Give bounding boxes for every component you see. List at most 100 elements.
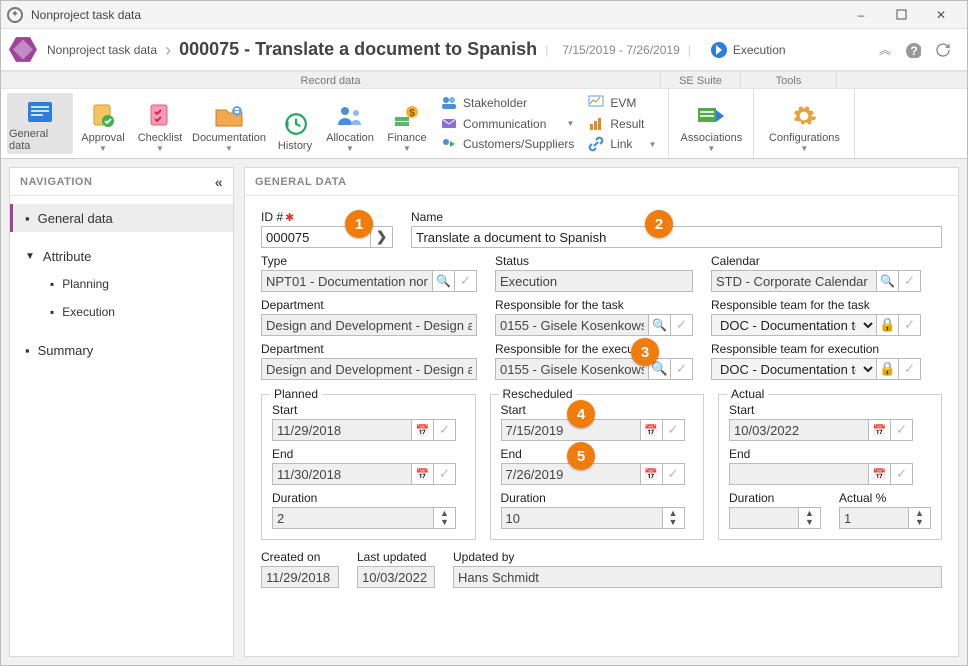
calendar-input[interactable] — [711, 270, 877, 292]
history-icon — [280, 110, 310, 138]
play-icon — [711, 42, 727, 58]
communication-icon — [441, 116, 457, 132]
rescheduled-duration-stepper[interactable]: ▲▼ — [663, 507, 685, 529]
team-task-clear-button[interactable]: ✓ — [899, 314, 921, 336]
responsible-task-input[interactable] — [495, 314, 649, 336]
nav-attribute[interactable]: ▼ Attribute — [10, 242, 233, 270]
type-input[interactable] — [261, 270, 433, 292]
chevron-down-icon: ▼ — [25, 251, 35, 262]
rescheduled-duration-input[interactable] — [501, 507, 663, 529]
actual-end-calendar-button[interactable] — [869, 463, 891, 485]
execution-status[interactable]: Execution — [711, 42, 786, 58]
actual-start-input[interactable] — [729, 419, 869, 441]
collapse-up-icon[interactable]: ︽ — [879, 41, 891, 58]
ribbon-configurations[interactable]: Configurations▼ — [760, 93, 848, 154]
allocation-icon — [335, 102, 365, 130]
responsible-exec-input[interactable] — [495, 358, 649, 380]
annotation-4: 4 — [567, 400, 595, 428]
lock-icon: 🔒 — [879, 361, 896, 377]
ribbon-result[interactable]: Result — [586, 114, 658, 134]
nav-attribute-planning[interactable]: ▪Planning — [10, 270, 233, 298]
breadcrumb-root[interactable]: Nonproject task data — [47, 43, 157, 57]
help-icon[interactable]: ? — [905, 42, 921, 58]
planned-start-input[interactable] — [272, 419, 412, 441]
calendar-search-button[interactable]: 🔍 — [877, 270, 899, 292]
type-search-button[interactable]: 🔍 — [433, 270, 455, 292]
name-input[interactable] — [411, 226, 942, 248]
team-task-select[interactable]: DOC - Documentation team — [711, 314, 877, 336]
rescheduled-start-calendar-button[interactable] — [641, 419, 663, 441]
team-exec-select[interactable]: DOC - Documentation team — [711, 358, 877, 380]
ribbon-customers-suppliers[interactable]: Customers/Suppliers — [439, 134, 576, 154]
svg-text:$: $ — [409, 108, 415, 119]
planned-start-calendar-button[interactable] — [412, 419, 434, 441]
nav-general-data[interactable]: ▪ General data — [10, 204, 233, 232]
rescheduled-end-clear-button[interactable]: ✓ — [663, 463, 685, 485]
ribbon-link[interactable]: Link▼ — [586, 134, 658, 154]
team-exec-clear-button[interactable]: ✓ — [899, 358, 921, 380]
field-responsible-exec: Responsible for the execution 🔍 ✓ — [495, 342, 693, 380]
resp-task-clear-button[interactable]: ✓ — [671, 314, 693, 336]
body: NAVIGATION « ▪ General data ▼ Attribute … — [1, 159, 967, 665]
team-task-lock-button[interactable]: 🔒 — [877, 314, 899, 336]
lock-icon: 🔒 — [879, 317, 896, 333]
planned-start-clear-button[interactable]: ✓ — [434, 419, 456, 441]
planned-end-calendar-button[interactable] — [412, 463, 434, 485]
header: Nonproject task data › 000075 - Translat… — [1, 29, 967, 71]
ribbon-communication[interactable]: Communication▼ — [439, 114, 576, 134]
ribbon-associations[interactable]: Associations▼ — [675, 93, 747, 154]
planned-duration-stepper[interactable]: ▲▼ — [434, 507, 456, 529]
ribbon-group-labels: Record data SE Suite Tools — [1, 71, 967, 89]
actual-duration-input[interactable] — [729, 507, 799, 529]
nav-summary[interactable]: ▪Summary — [10, 336, 233, 364]
rescheduled-start-clear-button[interactable]: ✓ — [663, 419, 685, 441]
field-id: ID #✱ ❯ — [261, 210, 393, 248]
actual-end-input[interactable] — [729, 463, 869, 485]
created-on-input — [261, 566, 339, 588]
ribbon-documentation[interactable]: Documentation▼ — [189, 93, 269, 154]
close-button[interactable]: ✕ — [921, 1, 961, 29]
planned-end-clear-button[interactable]: ✓ — [434, 463, 456, 485]
type-clear-button[interactable]: ✓ — [455, 270, 477, 292]
field-calendar: Calendar 🔍 ✓ — [711, 254, 921, 292]
ribbon-general-data[interactable]: General data — [7, 93, 73, 154]
rescheduled-end-input[interactable] — [501, 463, 641, 485]
link-icon — [588, 136, 604, 152]
planned-duration-input[interactable] — [272, 507, 434, 529]
calendar-clear-button[interactable]: ✓ — [899, 270, 921, 292]
resp-task-search-button[interactable]: 🔍 — [649, 314, 671, 336]
ribbon-finance[interactable]: $ Finance▼ — [381, 93, 433, 154]
ribbon-allocation[interactable]: Allocation▼ — [321, 93, 379, 154]
fieldset-actual: Actual Start ✓ End — [718, 394, 942, 540]
app-window: ✦ Nonproject task data – ✕ Nonproject ta… — [0, 0, 968, 666]
rescheduled-end-calendar-button[interactable] — [641, 463, 663, 485]
field-department-exec: Department — [261, 342, 477, 380]
field-status: Status — [495, 254, 693, 292]
minimize-button[interactable]: – — [841, 1, 881, 29]
team-exec-lock-button[interactable]: 🔒 — [877, 358, 899, 380]
search-icon: 🔍 — [652, 318, 667, 332]
actual-start-clear-button[interactable]: ✓ — [891, 419, 913, 441]
evm-icon — [588, 95, 604, 111]
actual-percent-stepper[interactable]: ▲▼ — [909, 507, 931, 529]
maximize-button[interactable] — [881, 1, 921, 29]
ribbon-history[interactable]: History — [271, 93, 319, 154]
actual-end-clear-button[interactable]: ✓ — [891, 463, 913, 485]
ribbon-checklist[interactable]: Checklist▼ — [133, 93, 187, 154]
nav-attribute-execution[interactable]: ▪Execution — [10, 298, 233, 326]
id-lookup-button[interactable]: ❯ — [371, 226, 393, 248]
refresh-icon[interactable] — [935, 42, 951, 58]
breadcrumb-current: 000075 - Translate a document to Spanish — [179, 39, 537, 60]
actual-percent-input[interactable] — [839, 507, 909, 529]
department-exec-input — [261, 358, 477, 380]
ribbon-stakeholder[interactable]: Stakeholder — [439, 93, 576, 113]
planned-end-input[interactable] — [272, 463, 412, 485]
actual-start-calendar-button[interactable] — [869, 419, 891, 441]
configurations-icon — [789, 102, 819, 130]
resp-exec-clear-button[interactable]: ✓ — [671, 358, 693, 380]
maximize-icon — [896, 9, 907, 20]
collapse-nav-icon[interactable]: « — [215, 174, 223, 190]
ribbon-approval[interactable]: Approval▼ — [75, 93, 131, 154]
ribbon-evm[interactable]: EVM — [586, 93, 658, 113]
actual-duration-stepper[interactable]: ▲▼ — [799, 507, 821, 529]
